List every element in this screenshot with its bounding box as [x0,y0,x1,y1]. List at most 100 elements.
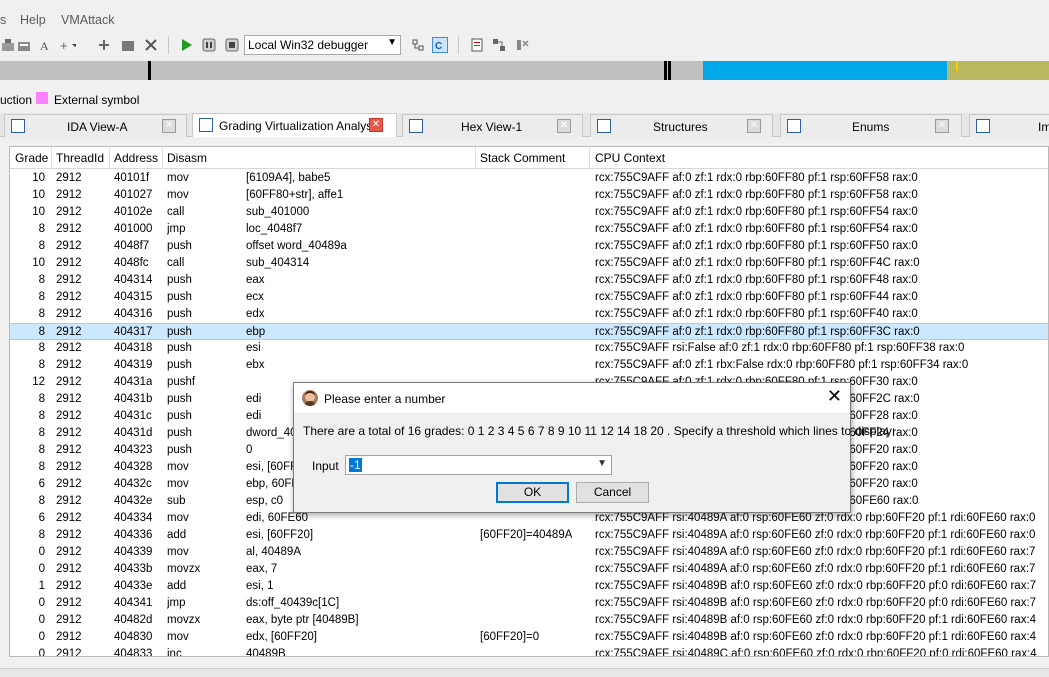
table-row[interactable]: 0 2912 40433b movzx eax, 7 rcx:755C9AFF rsi:4… [10,561,1048,578]
pause-icon[interactable] [201,37,217,53]
menu-bar: s Help VMAttack [0,0,1049,36]
report-icon[interactable] [469,37,485,53]
tab-grading-virtualization-analysis[interactable]: Grading Virtualization Analysis ✕ [192,113,397,137]
cell-operands: eax [246,274,265,286]
table-row[interactable]: 8 2912 404315 push ecx rcx:755C9AFF af:0 zf:1… [10,289,1048,306]
column-header-address[interactable]: Address [114,151,158,165]
table-row[interactable]: 8 2912 404336 add esi, [60FF20] [60FF20]=4048… [10,527,1048,544]
table-row[interactable]: 8 2912 4048f7 push offset word_40489a rcx:755… [10,238,1048,255]
cell-threadid: 2912 [56,563,82,575]
cell-operands: sub_401000 [246,206,310,218]
decompile-icon[interactable]: C [432,37,448,53]
cell-address: 40433b [114,563,153,575]
table-row[interactable]: 10 2912 4048fc call sub_404314 rcx:755C9AFF a… [10,255,1048,272]
cell-grade: 10 [32,206,45,218]
tab-enums[interactable]: Enums ✕ [780,114,962,137]
close-icon[interactable] [143,37,159,53]
menu-item-partial[interactable]: s [0,13,6,27]
hex-icon [409,119,423,133]
cancel-button[interactable]: Cancel [576,482,649,503]
cell-threadid: 2912 [56,326,82,338]
image-icon[interactable] [120,37,136,53]
table-row[interactable]: 8 2912 404317 push ebp rcx:755C9AFF af:0 zf:1… [10,323,1048,340]
cell-mnemonic: mov [167,478,189,490]
tab-structures[interactable]: Structures ✕ [590,114,773,137]
tab-label: Grading Virtualization Analysis [219,119,381,133]
navigation-band[interactable] [0,61,1049,80]
tree-icon[interactable] [410,37,426,53]
close-icon[interactable]: ✕ [557,119,571,133]
cell-threadid: 2912 [56,206,82,218]
cell-address: 404830 [114,631,153,643]
cell-operands: edx [246,308,265,320]
close-icon[interactable]: ✕ [935,119,949,133]
add-struct-icon[interactable] [16,37,32,53]
cell-operands: edi, 60FE60 [246,512,309,524]
tab-label: Im [1038,120,1049,134]
cell-operands: offset word_40489a [246,240,347,252]
debugger-select[interactable]: Local Win32 debugger ▼ [244,35,401,55]
cell-threadid: 2912 [56,546,82,558]
tab-imports[interactable]: Im [969,114,1049,137]
cell-grade: 0 [38,597,45,609]
expand-icon[interactable] [96,37,112,53]
cell-grade: 0 [38,614,45,626]
horizontal-scrollbar[interactable] [0,668,1049,677]
table-row[interactable]: 0 2912 404341 jmp ds:off_40439c[1C] rcx:755C9… [10,595,1048,612]
cell-threadid: 2912 [56,376,82,388]
legend-label-instruction: uction [0,93,33,107]
cell-mnemonic: pushf [167,376,196,388]
cell-cpu-context: rcx:755C9AFF af:0 zf:1 rdx:0 rbp:60FF80 … [595,257,920,269]
settings-icon[interactable] [514,37,530,53]
table-row[interactable]: 8 2912 404319 push ebx rcx:755C9AFF af:0 zf:1… [10,357,1048,374]
close-icon[interactable]: ✕ [162,119,176,133]
debugger-select-value: Local Win32 debugger [248,38,369,52]
table-row[interactable]: 10 2912 401027 mov [60FF80+str], affe1 rcx:75… [10,187,1048,204]
cell-threadid: 2912 [56,410,82,422]
cell-threadid: 2912 [56,308,82,320]
table-row[interactable]: 1 2912 40433e add esi, 1 rcx:755C9AFF rsi:404… [10,578,1048,595]
tab-hex-view-1[interactable]: Hex View-1 ✕ [402,114,583,137]
cell-address: 404336 [114,529,153,541]
play-icon[interactable] [178,37,194,53]
cell-cpu-context: rcx:755C9AFF af:0 zf:1 rdx:0 rbp:60FF80 … [595,189,918,201]
menu-item-help[interactable]: Help [20,13,46,27]
cell-address: 4048f7 [114,240,150,252]
table-row[interactable]: 0 2912 404339 mov al, 40489A rcx:755C9AFF rsi… [10,544,1048,561]
table-row[interactable]: 0 2912 40482d movzx eax, byte ptr [40489B] rc… [10,612,1048,629]
table-row[interactable]: 8 2912 404318 push esi rcx:755C9AFF rsi:False… [10,340,1048,357]
cell-grade: 8 [38,427,45,439]
table-row[interactable]: 0 2912 404833 inc 40489B rcx:755C9AFF rsi:404… [10,646,1048,656]
menu-item-vmattack[interactable]: VMAttack [61,13,115,27]
add-icon[interactable] [0,37,16,53]
graph-icon[interactable] [491,37,507,53]
chevron-down-icon[interactable]: ▼ [597,458,607,469]
table-row[interactable]: 10 2912 40102e call sub_401000 rcx:755C9AFF a… [10,204,1048,221]
tab-ida-view-a[interactable]: IDA View-A ✕ [4,114,187,137]
cell-address: 40431a [114,376,153,388]
cell-cpu-context: rcx:755C9AFF af:0 zf:1 rbx:False rdx:0 r… [595,359,969,371]
cell-address: 401000 [114,223,153,235]
column-header-grade[interactable]: Grade [15,151,48,165]
column-header-stack-comment[interactable]: Stack Comment [480,151,565,165]
column-header-cpu-context[interactable]: CPU Context [595,151,665,165]
ok-button[interactable]: OK [496,482,569,503]
add-enum-icon[interactable]: + [60,37,76,53]
table-row[interactable]: 8 2912 404316 push edx rcx:755C9AFF af:0 zf:1… [10,306,1048,323]
close-icon[interactable]: ✕ [747,119,761,133]
text-icon[interactable]: A [38,37,54,53]
table-row[interactable]: 8 2912 401000 jmp loc_4048f7 rcx:755C9AFF af:… [10,221,1048,238]
column-header-disasm[interactable]: Disasm [167,151,207,165]
cell-threadid: 2912 [56,189,82,201]
cell-grade: 12 [32,376,45,388]
stop-icon[interactable] [224,37,240,53]
table-row[interactable]: 0 2912 404830 mov edx, [60FF20] [60FF20]=0 rcx… [10,629,1048,646]
column-header-threadid[interactable]: ThreadId [56,151,104,165]
cell-address: 404319 [114,359,153,371]
table-row[interactable]: 8 2912 404314 push eax rcx:755C9AFF af:0 zf:1… [10,272,1048,289]
close-icon[interactable]: ✕ [827,387,842,405]
table-header: Grade ThreadId Address Disasm Stack Comm… [10,147,1048,169]
table-row[interactable]: 10 2912 40101f mov [6109A4], babe5 rcx:755C9A… [10,170,1048,187]
threshold-input[interactable]: -1 ▼ [345,455,612,475]
close-icon[interactable]: ✕ [369,118,383,132]
